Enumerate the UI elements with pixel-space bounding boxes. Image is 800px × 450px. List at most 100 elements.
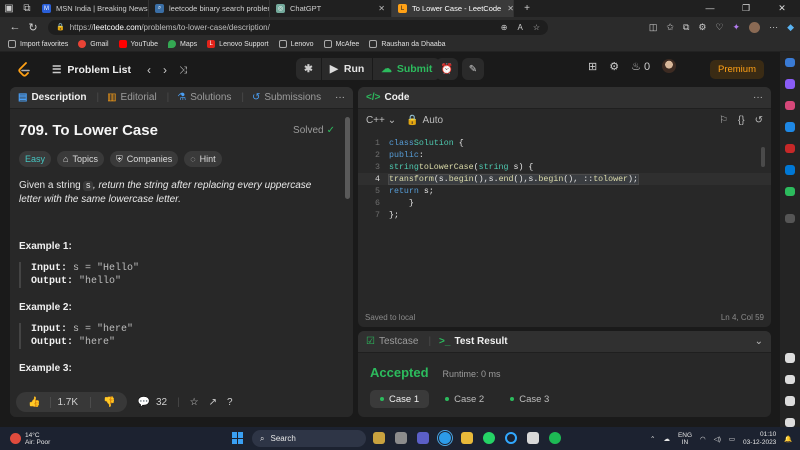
copilot-icon[interactable]: ✦ (733, 22, 741, 33)
bookmark-lenovo[interactable]: Lenovo (278, 40, 314, 48)
more-icon[interactable]: ··· (335, 92, 345, 103)
close-icon[interactable]: ✕ (501, 4, 513, 13)
tab-submissions[interactable]: ↺ Submissions (252, 92, 321, 103)
sidebar-settings-icon[interactable] (785, 417, 795, 428)
language-indicator[interactable]: ENG IN (678, 432, 692, 446)
tab-actions-icon[interactable]: ⧉ (18, 0, 36, 17)
browser-tab-search[interactable]: ⌕ leetcode binary search problems ✕ (149, 0, 270, 17)
bookmark-raushan-da-dhaaba[interactable]: Raushan da Dhaaba (369, 40, 446, 48)
code-tab[interactable]: </> Code (366, 92, 409, 103)
cortana-icon[interactable] (505, 432, 517, 444)
bookmark-maps[interactable]: Maps (168, 40, 197, 48)
tab-testcase[interactable]: ☑ Testcase (366, 336, 418, 347)
zoom-icon[interactable]: ⊕ (501, 23, 508, 32)
browser-essentials-icon[interactable]: ♡ (715, 22, 723, 33)
code-scrollbar[interactable] (761, 147, 765, 167)
weather-widget[interactable]: 14°C Air: Poor (10, 432, 50, 446)
auto-mode-toggle[interactable]: 🔒 Auto (406, 115, 443, 126)
drop-icon[interactable] (785, 186, 795, 196)
tab-editorial[interactable]: ▥ Editorial (107, 92, 157, 103)
shuffle-icon[interactable]: ⤨ (179, 65, 187, 76)
companies-chip[interactable]: ⛨ Companies (109, 151, 179, 167)
task-view-icon[interactable] (395, 432, 407, 444)
url-field[interactable]: 🔒 https://leetcode.com/problems/to-lower… (48, 19, 548, 35)
profile-avatar[interactable] (749, 21, 761, 33)
comments-button[interactable]: 💬 32 (137, 397, 167, 408)
add-sidebar-icon[interactable] (785, 213, 795, 224)
store-icon[interactable] (527, 432, 539, 444)
language-select[interactable]: C++ ⌄ (366, 115, 396, 126)
like-button[interactable]: 👍 1.7K (16, 396, 90, 408)
search-sidebar-icon[interactable] (785, 58, 795, 68)
premium-button[interactable]: Premium (710, 60, 764, 79)
maximize-icon[interactable]: ❐ (728, 3, 764, 14)
lock-icon[interactable]: 🔒 (56, 23, 65, 31)
settings-gear-icon[interactable]: ⚙ (609, 60, 619, 73)
teams-icon[interactable] (417, 432, 429, 444)
case-tab-3[interactable]: Case 3 (500, 390, 559, 408)
tab-description[interactable]: ▤ Description (18, 92, 86, 103)
favorites-icon[interactable]: ✩ (666, 22, 674, 33)
notification-bell-icon[interactable]: 🔔 (784, 435, 792, 443)
wifi-icon[interactable]: ◠ (700, 435, 706, 443)
help-icon[interactable]: ? (227, 397, 233, 408)
volume-icon[interactable]: ◁) (714, 435, 721, 443)
hint-chip[interactable]: ◌ Hint (184, 151, 222, 167)
tab-test-result[interactable]: >_ Test Result (439, 336, 508, 347)
timer-icon[interactable]: ⏰ (436, 58, 458, 80)
description-scrollbar[interactable] (345, 117, 350, 199)
problem-list-button[interactable]: ☰ Problem List (52, 64, 131, 76)
streak-counter[interactable]: ♨ 0 (631, 60, 650, 73)
submit-button[interactable]: ☁ Submit (373, 58, 440, 80)
layout-grid-icon[interactable]: ⊞ (588, 60, 597, 73)
back-icon[interactable]: ← (6, 21, 24, 33)
collections-icon[interactable]: ⧉ (683, 22, 689, 33)
bookmark-lenovo-support[interactable]: L Lenovo Support (207, 40, 269, 48)
format-braces-icon[interactable]: {} (738, 115, 745, 126)
debug-button[interactable]: ✱ (296, 58, 322, 80)
more-menu-icon[interactable]: ··· (769, 22, 778, 32)
office-icon[interactable] (785, 143, 795, 154)
camera-icon[interactable] (785, 353, 795, 363)
star-icon[interactable]: ☆ (190, 397, 199, 408)
browser-tab-leetcode[interactable]: L To Lower Case - LeetCode ✕ (392, 0, 514, 17)
chevron-up-icon[interactable]: ⌃ (650, 435, 655, 443)
favorite-star-icon[interactable]: ☆ (533, 23, 540, 32)
user-avatar[interactable] (662, 59, 677, 73)
notes-icon[interactable]: ✎ (462, 58, 484, 80)
bookmark-import-favorites[interactable]: Import favorites (8, 40, 68, 48)
video-icon[interactable] (785, 374, 795, 385)
close-icon[interactable]: ✕ (372, 4, 385, 13)
topics-chip[interactable]: ⌂ Topics (57, 151, 104, 167)
outlook-icon[interactable] (785, 165, 795, 175)
bookmark-mcafee[interactable]: McAfee (323, 40, 359, 48)
code-editor[interactable]: 1 class Solution { 2 public: 3 string toLo… (358, 137, 771, 221)
file-explorer-icon[interactable] (461, 432, 473, 444)
shopping-icon[interactable] (785, 79, 795, 89)
clock[interactable]: 01:10 03-12-2023 (743, 431, 776, 447)
games-icon[interactable] (785, 122, 795, 132)
cloud-icon[interactable]: ☁ (663, 435, 670, 443)
collapse-icon[interactable]: ⌄ (755, 336, 763, 347)
reset-icon[interactable]: ↺ (755, 115, 763, 126)
close-window-icon[interactable]: ✕ (764, 3, 800, 14)
whatsapp-icon[interactable] (483, 432, 495, 444)
leetcode-logo[interactable] (16, 61, 32, 79)
copilot-app-icon[interactable] (373, 432, 385, 444)
message-icon[interactable] (785, 396, 795, 406)
taskbar-search[interactable]: ⌕ Search (252, 430, 366, 447)
dislike-button[interactable]: 👎 (90, 396, 127, 408)
read-aloud-icon[interactable]: A (517, 23, 522, 32)
edge-app-icon[interactable] (437, 430, 453, 446)
prev-problem-icon[interactable]: ‹ (147, 63, 151, 77)
next-problem-icon[interactable]: › (163, 63, 167, 77)
bookmark-icon[interactable]: ⚐ (719, 115, 728, 126)
share-icon[interactable]: ↗ (209, 397, 217, 408)
bookmark-youtube[interactable]: YouTube (118, 40, 158, 48)
minimize-icon[interactable]: — (692, 3, 728, 14)
case-tab-1[interactable]: Case 1 (370, 390, 430, 408)
extensions-icon[interactable]: ⚙ (698, 22, 706, 33)
more-icon[interactable]: ··· (753, 92, 763, 103)
run-button[interactable]: ▶ Run (322, 58, 374, 80)
difficulty-badge[interactable]: Easy (19, 151, 52, 167)
